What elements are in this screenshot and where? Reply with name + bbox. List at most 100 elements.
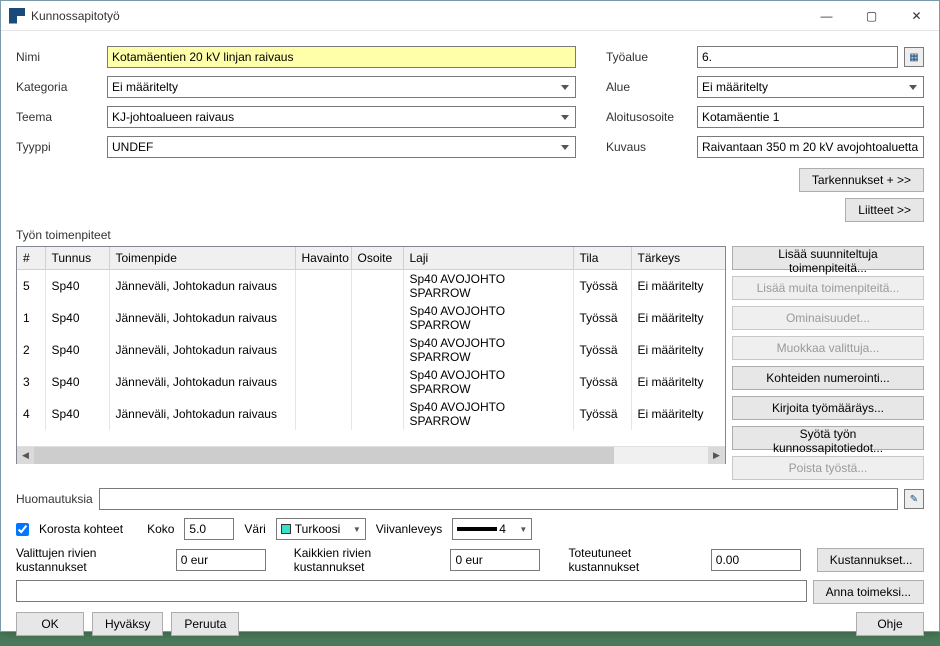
col-tila[interactable]: Tila xyxy=(573,247,631,269)
cell-tunnus: Sp40 xyxy=(45,269,109,302)
cell-laji: Sp40 AVOJOHTO SPARROW xyxy=(403,269,573,302)
col-tunnus[interactable]: Tunnus xyxy=(45,247,109,269)
col-num[interactable]: # xyxy=(17,247,45,269)
help-button[interactable]: Ohje xyxy=(856,612,924,636)
table-row[interactable]: 5Sp40Jänneväli, Johtokadun raivausSp40 A… xyxy=(17,269,725,302)
cell-tunnus: Sp40 xyxy=(45,366,109,398)
cell-num: 3 xyxy=(17,366,45,398)
cell-laji: Sp40 AVOJOHTO SPARROW xyxy=(403,398,573,430)
edit-selected-button[interactable]: Muokkaa valittuja... xyxy=(732,336,924,360)
sel-cost-input xyxy=(176,549,266,571)
titlebar[interactable]: Kunnossapitotyö — ▢ ✕ xyxy=(1,1,939,31)
cell-tarkeys: Ei määritelty xyxy=(631,302,725,334)
cell-tunnus: Sp40 xyxy=(45,398,109,430)
alue-label: Alue xyxy=(606,80,691,94)
table-row[interactable]: 1Sp40Jänneväli, Johtokadun raivausSp40 A… xyxy=(17,302,725,334)
cell-num: 5 xyxy=(17,269,45,302)
cell-osoite xyxy=(351,302,403,334)
remarks-edit-icon[interactable]: ✎ xyxy=(904,489,924,509)
cell-havainto xyxy=(295,398,351,430)
color-select[interactable]: Turkoosi ▼ xyxy=(276,518,366,540)
chevron-down-icon: ▼ xyxy=(519,525,527,534)
aloitusosoite-label: Aloitusosoite xyxy=(606,110,691,124)
cell-havainto xyxy=(295,269,351,302)
remarks-input[interactable] xyxy=(99,488,898,510)
size-input[interactable] xyxy=(184,518,234,540)
cell-osoite xyxy=(351,398,403,430)
minimize-button[interactable]: — xyxy=(804,1,849,30)
line-sample-icon xyxy=(457,527,497,531)
enter-maint-button[interactable]: Syötä työn kunnossapitotiedot... xyxy=(732,426,924,450)
tyyppi-select[interactable]: UNDEF xyxy=(107,136,576,158)
cell-tila: Työssä xyxy=(573,398,631,430)
scroll-left-icon[interactable]: ◀ xyxy=(17,447,34,464)
col-toimenpide[interactable]: Toimenpide xyxy=(109,247,295,269)
maximize-button[interactable]: ▢ xyxy=(849,1,894,30)
table-row[interactable]: 4Sp40Jänneväli, Johtokadun raivausSp40 A… xyxy=(17,398,725,430)
highlight-label: Korosta kohteet xyxy=(39,522,123,536)
liitteet-button[interactable]: Liitteet >> xyxy=(845,198,924,222)
cell-osoite xyxy=(351,269,403,302)
costs-button[interactable]: Kustannukset... xyxy=(817,548,924,572)
col-osoite[interactable]: Osoite xyxy=(351,247,403,269)
cell-osoite xyxy=(351,334,403,366)
chevron-down-icon: ▼ xyxy=(353,525,361,534)
kategoria-select[interactable]: Ei määritelty xyxy=(107,76,576,98)
color-name: Turkoosi xyxy=(295,522,341,536)
kuvaus-label: Kuvaus xyxy=(606,140,691,154)
cell-toimenpide: Jänneväli, Johtokadun raivaus xyxy=(109,366,295,398)
aloitusosoite-input[interactable] xyxy=(697,106,924,128)
lineweight-select[interactable]: 4 ▼ xyxy=(452,518,532,540)
cell-num: 2 xyxy=(17,334,45,366)
cell-tarkeys: Ei määritelty xyxy=(631,269,725,302)
horizontal-scrollbar[interactable]: ◀ ▶ xyxy=(17,446,725,463)
kuvaus-input[interactable] xyxy=(697,136,924,158)
highlight-checkbox[interactable] xyxy=(16,523,29,536)
tyoalue-picker-icon[interactable]: ▦ xyxy=(904,47,924,67)
cell-laji: Sp40 AVOJOHTO SPARROW xyxy=(403,334,573,366)
alue-select[interactable]: Ei määritelty xyxy=(697,76,924,98)
apply-button[interactable]: Hyväksy xyxy=(92,612,163,636)
remove-button[interactable]: Poista työstä... xyxy=(732,456,924,480)
add-planned-button[interactable]: Lisää suunniteltuja toimenpiteitä... xyxy=(732,246,924,270)
cell-num: 1 xyxy=(17,302,45,334)
col-havainto[interactable]: Havainto xyxy=(295,247,351,269)
color-label: Väri xyxy=(244,522,265,536)
teema-select[interactable]: KJ-johtoalueen raivaus xyxy=(107,106,576,128)
cell-havainto xyxy=(295,366,351,398)
cell-toimenpide: Jänneväli, Johtokadun raivaus xyxy=(109,302,295,334)
cell-osoite xyxy=(351,366,403,398)
cell-laji: Sp40 AVOJOHTO SPARROW xyxy=(403,302,573,334)
cell-tila: Työssä xyxy=(573,302,631,334)
col-laji[interactable]: Laji xyxy=(403,247,573,269)
sel-cost-label: Valittujen rivien kustannukset xyxy=(16,546,168,574)
actual-cost-input xyxy=(711,549,801,571)
tyyppi-label: Tyyppi xyxy=(16,140,101,154)
write-order-button[interactable]: Kirjoita työmääräys... xyxy=(732,396,924,420)
table-row[interactable]: 2Sp40Jänneväli, Johtokadun raivausSp40 A… xyxy=(17,334,725,366)
properties-button[interactable]: Ominaisuudet... xyxy=(732,306,924,330)
tarkennukset-button[interactable]: Tarkennukset + >> xyxy=(799,168,924,192)
add-other-button[interactable]: Lisää muita toimenpiteitä... xyxy=(732,276,924,300)
operations-table[interactable]: # Tunnus Toimenpide Havainto Osoite Laji… xyxy=(16,246,726,464)
numbering-button[interactable]: Kohteiden numerointi... xyxy=(732,366,924,390)
window-title: Kunnossapitotyö xyxy=(31,9,804,23)
color-swatch-icon xyxy=(281,524,291,534)
ok-button[interactable]: OK xyxy=(16,612,84,636)
scroll-right-icon[interactable]: ▶ xyxy=(708,447,725,464)
cancel-button[interactable]: Peruuta xyxy=(171,612,239,636)
nimi-input[interactable] xyxy=(107,46,576,68)
nimi-label: Nimi xyxy=(16,50,101,64)
kategoria-label: Kategoria xyxy=(16,80,101,94)
dialog-window: Kunnossapitotyö — ▢ ✕ Nimi Kategoria Ei … xyxy=(0,0,940,632)
actual-cost-label: Toteutuneet kustannukset xyxy=(568,546,702,574)
action-input[interactable] xyxy=(16,580,807,602)
all-cost-label: Kaikkien rivien kustannukset xyxy=(294,546,443,574)
table-row[interactable]: 3Sp40Jänneväli, Johtokadun raivausSp40 A… xyxy=(17,366,725,398)
close-button[interactable]: ✕ xyxy=(894,1,939,30)
cell-tarkeys: Ei määritelty xyxy=(631,398,725,430)
assign-button[interactable]: Anna toimeksi... xyxy=(813,580,924,604)
tyoalue-input[interactable] xyxy=(697,46,898,68)
app-icon xyxy=(9,8,25,24)
col-tarkeys[interactable]: Tärkeys xyxy=(631,247,725,269)
